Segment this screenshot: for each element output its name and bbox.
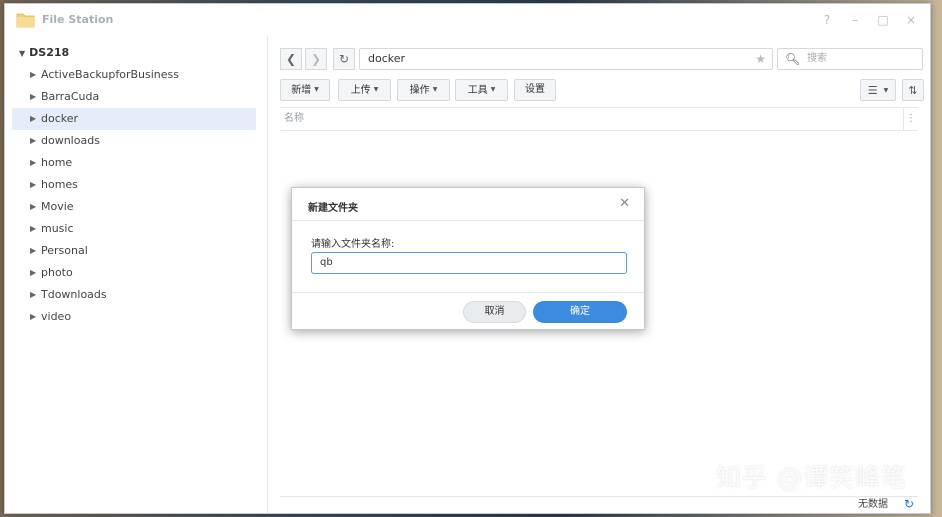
new-folder-dialog: 新建文件夹 ✕ 请输入文件夹名称: qb 取消 确定 [291, 187, 645, 330]
folder-name-label: 请输入文件夹名称: [311, 239, 395, 250]
cancel-button[interactable]: 取消 [463, 301, 526, 323]
dialog-title: 新建文件夹 [308, 203, 358, 214]
folder-name-input[interactable]: qb [311, 252, 627, 274]
dialog-footer-divider [292, 292, 644, 293]
modal-overlay: 新建文件夹 ✕ 请输入文件夹名称: qb 取消 确定 [0, 0, 942, 517]
ok-button[interactable]: 确定 [533, 301, 627, 323]
dialog-divider [292, 220, 644, 221]
dialog-close-icon[interactable]: ✕ [619, 196, 630, 211]
